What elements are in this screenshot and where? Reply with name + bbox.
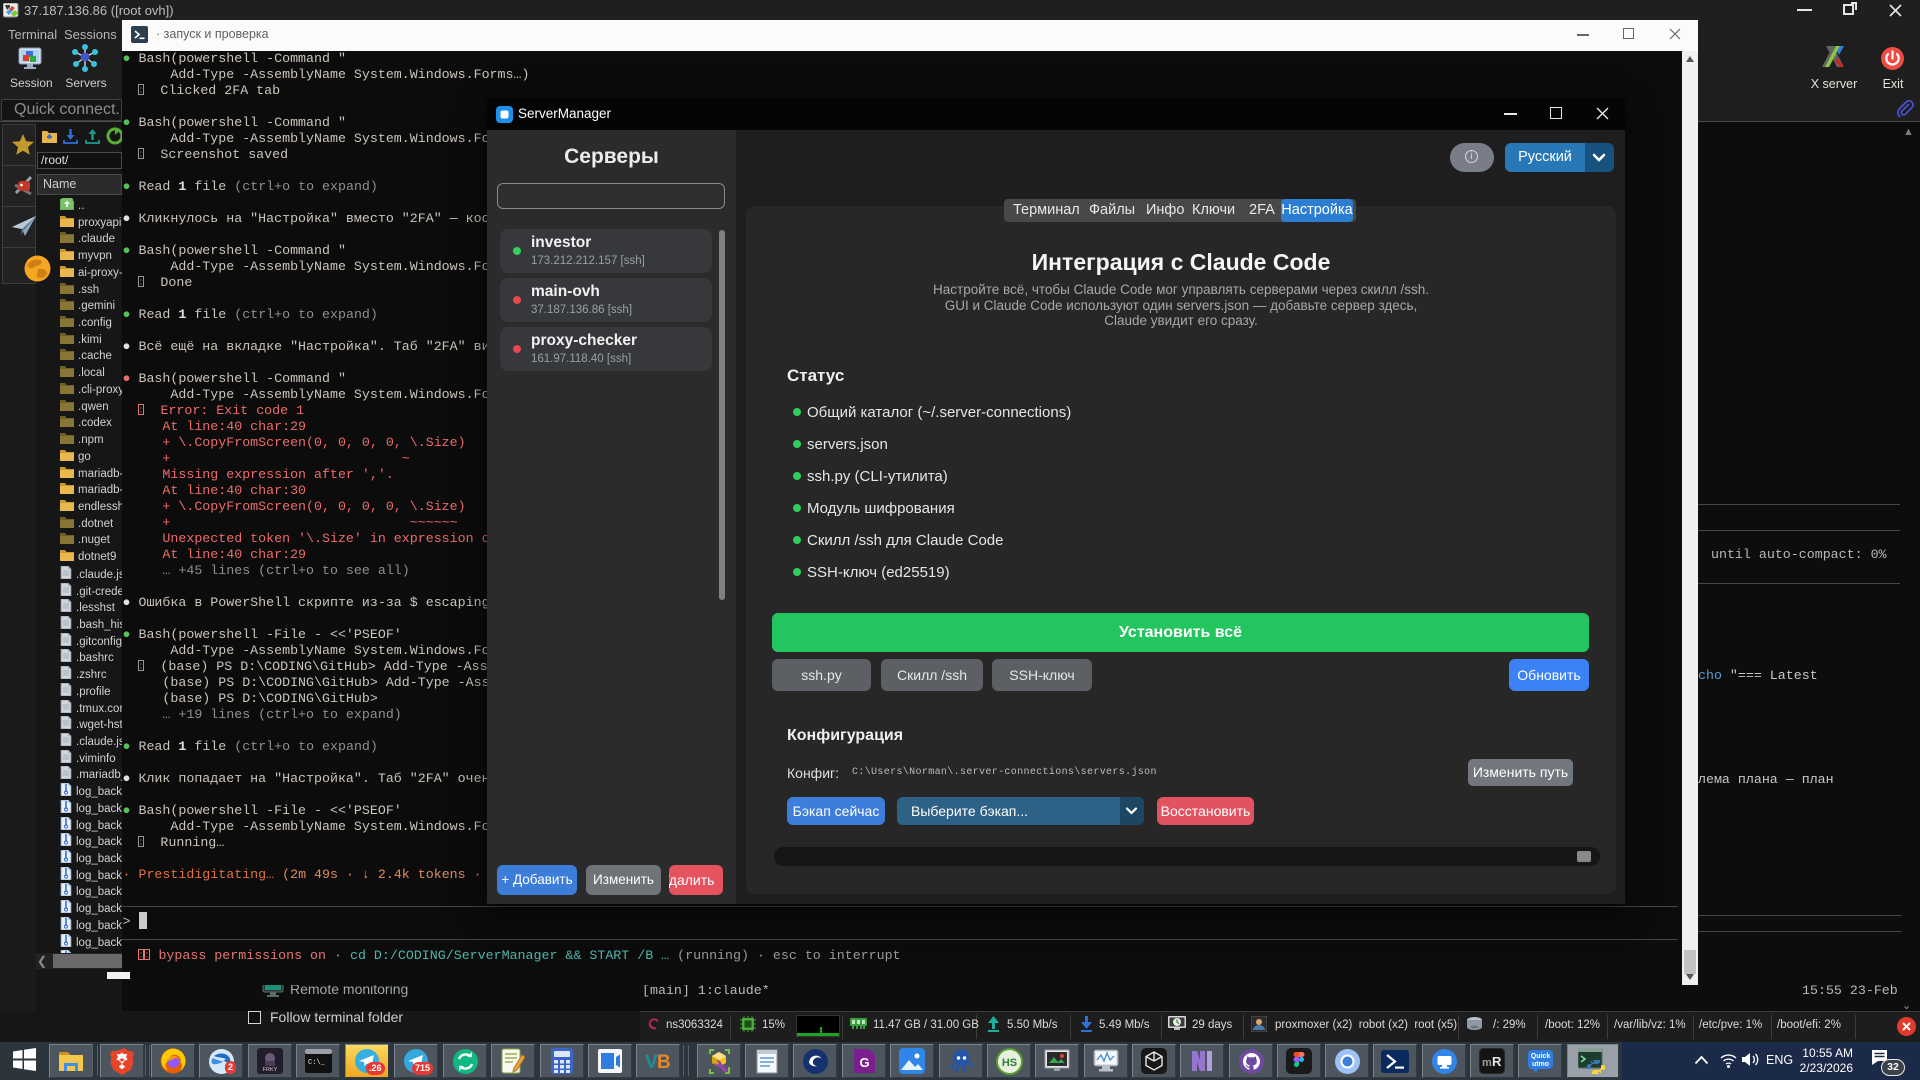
svg-text:C:\_: C:\_ xyxy=(308,1059,326,1067)
svg-text:Quick: Quick xyxy=(1530,1053,1550,1060)
svg-text:G: G xyxy=(859,1055,869,1070)
svg-text:B: B xyxy=(657,1052,671,1072)
svg-text:R: R xyxy=(1492,1054,1502,1069)
svg-text:utmo: utmo xyxy=(1531,1061,1548,1068)
svg-text:HS: HS xyxy=(1001,1057,1016,1069)
svg-text:m: m xyxy=(1482,1057,1492,1069)
svg-text:FRKY: FRKY xyxy=(263,1067,278,1073)
